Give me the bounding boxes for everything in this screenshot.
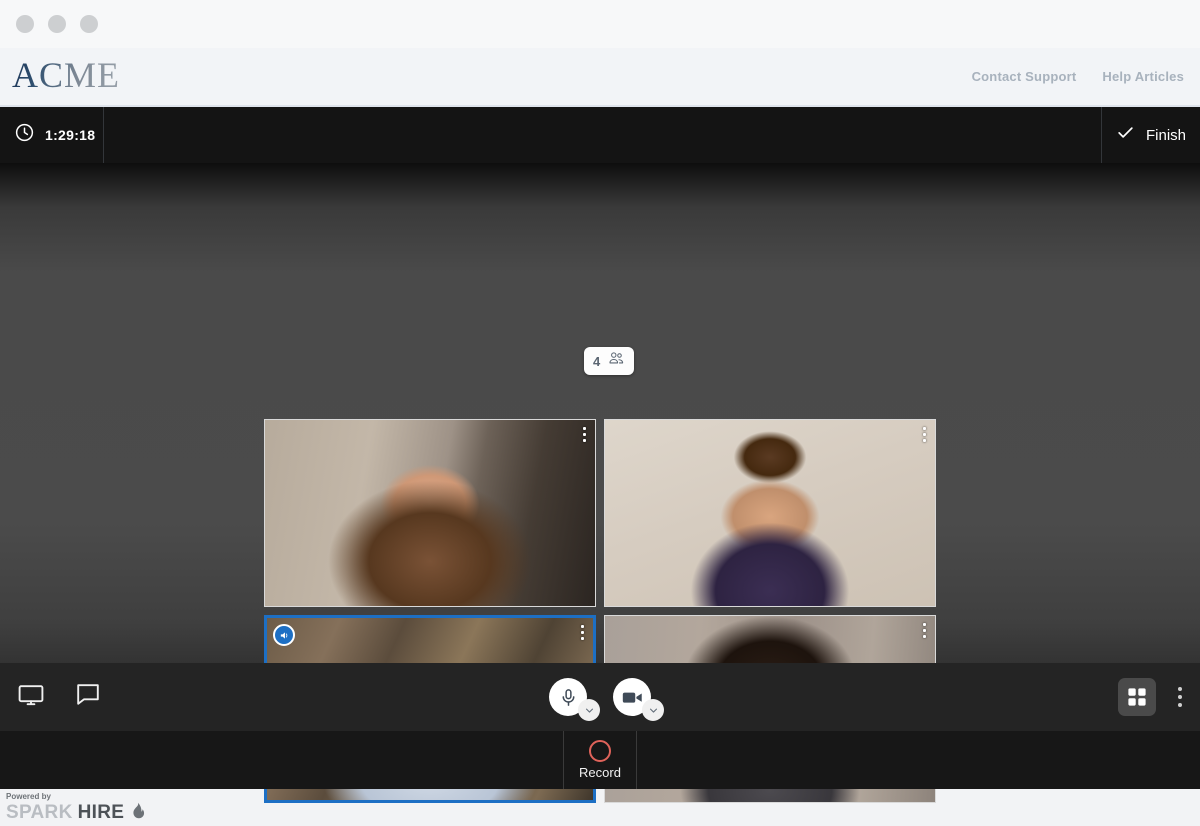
record-button[interactable]: Record <box>563 731 637 789</box>
controls-toolbar <box>0 663 1200 731</box>
more-options-button[interactable] <box>1178 687 1182 707</box>
tile-menu-button-1[interactable] <box>583 427 586 442</box>
tile-menu-button-2[interactable] <box>923 427 926 442</box>
finish-label: Finish <box>1145 126 1186 144</box>
hire-word: HIRE <box>77 801 125 823</box>
monitor-screen-share-icon[interactable] <box>18 684 44 711</box>
help-articles-link[interactable]: Help Articles <box>1102 69 1184 84</box>
controls-center-group <box>0 678 1200 721</box>
powered-by-block: Powered by SPARK HIRE <box>6 791 145 823</box>
timer-bar-spacer <box>104 107 1102 163</box>
grid-view-icon[interactable] <box>1118 678 1156 716</box>
record-circle-icon <box>589 740 611 762</box>
video-stage: 4 <box>0 163 1200 803</box>
microphone-button[interactable] <box>549 678 600 721</box>
window-maximize-button[interactable] <box>80 15 98 33</box>
controls-left-group <box>18 683 100 711</box>
finish-button[interactable]: Finish <box>1102 107 1200 163</box>
record-bar: Record <box>0 731 1200 789</box>
session-timer: 1:29:18 <box>0 107 104 163</box>
window-titlebar <box>0 0 1200 48</box>
tile-menu-button-4[interactable] <box>923 623 926 638</box>
elapsed-time: 1:29:18 <box>45 127 96 143</box>
camera-button[interactable] <box>613 678 664 721</box>
brand-header: ACME Contact Support Help Articles <box>0 48 1200 107</box>
flame-icon <box>129 802 145 823</box>
participant-count-badge[interactable]: 4 <box>584 347 635 375</box>
app-window: ACME Contact Support Help Articles 1:29:… <box>0 0 1200 826</box>
spark-hire-logo: SPARK HIRE <box>6 802 145 823</box>
participant-count: 4 <box>593 353 601 369</box>
participant-tile-1[interactable] <box>264 419 596 607</box>
tile-menu-button-3[interactable] <box>581 625 584 640</box>
participant-tile-2[interactable] <box>604 419 936 607</box>
spark-word: SPARK <box>6 801 73 823</box>
chat-bubble-icon[interactable] <box>76 683 100 711</box>
participant-video-1 <box>265 420 595 606</box>
controls-right-group <box>1118 678 1182 716</box>
powered-by-label: Powered by <box>6 791 51 801</box>
camera-options-caret[interactable] <box>642 699 664 721</box>
acme-logo: ACME <box>12 54 121 95</box>
session-timer-bar: 1:29:18 Finish <box>0 107 1200 163</box>
window-minimize-button[interactable] <box>48 15 66 33</box>
check-icon <box>1116 123 1135 147</box>
contact-support-link[interactable]: Contact Support <box>972 69 1077 84</box>
record-label: Record <box>579 765 621 780</box>
speaker-icon <box>273 624 295 646</box>
header-links: Contact Support Help Articles <box>972 69 1184 84</box>
window-close-button[interactable] <box>16 15 34 33</box>
participant-video-2 <box>605 420 935 606</box>
microphone-options-caret[interactable] <box>578 699 600 721</box>
clock-icon <box>14 122 35 148</box>
people-group-icon <box>608 351 625 371</box>
